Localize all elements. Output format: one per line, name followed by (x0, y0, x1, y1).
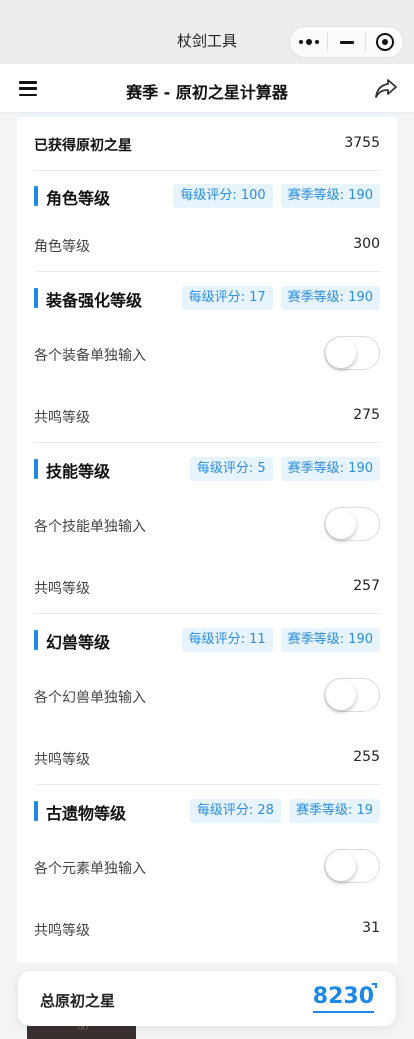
section-tags: 每级评分: 100 赛季等级: 190 (173, 184, 380, 208)
level-value[interactable]: 300 (353, 236, 380, 252)
season-level-tag: 赛季等级: 190 (280, 457, 380, 481)
section-header-beast: 幻兽等级 每级评分: 11 赛季等级: 190 (34, 628, 380, 652)
capsule-menu (289, 26, 404, 58)
section-title: 技能等级 (46, 462, 111, 481)
more-dots-icon (298, 39, 319, 45)
score-per-level-tag: 每级评分: 17 (181, 286, 273, 310)
level-value[interactable]: 31 (362, 920, 380, 936)
share-icon[interactable] (374, 77, 398, 99)
total-label: 总原初之星 (40, 992, 116, 1010)
toggle-knob (326, 338, 356, 368)
section-header-equipment: 装备强化等级 每级评分: 17 赛季等级: 190 (34, 286, 380, 310)
level-label: 共鸣等级 (34, 752, 90, 768)
divider (34, 271, 380, 272)
toggle-knob (326, 680, 356, 710)
toggle-label: 各个装备单独输入 (34, 348, 146, 364)
section-tags: 每级评分: 5 赛季等级: 190 (189, 457, 380, 481)
toggle-knob (326, 509, 356, 539)
level-value[interactable]: 257 (353, 578, 380, 594)
toggle-label: 各个元素单独输入 (34, 861, 146, 877)
section-accent-bar (34, 186, 38, 206)
section-title: 古遗物等级 (46, 804, 127, 823)
divider (34, 784, 380, 785)
relic-toggle-row: 各个元素单独输入 (34, 849, 380, 883)
toggle-label: 各个幻兽单独输入 (34, 690, 146, 706)
page-title: 赛季 - 原初之星计算器 (126, 83, 288, 102)
relic-level-row: 共鸣等级 31 (34, 920, 380, 940)
equipment-level-row: 共鸣等级 275 (34, 407, 380, 427)
page-header: 赛季 - 原初之星计算器 (0, 64, 414, 113)
divider (34, 613, 380, 614)
obtained-value[interactable]: 3755 (344, 135, 380, 151)
level-label: 共鸣等级 (34, 923, 90, 939)
individual-input-toggle[interactable] (324, 507, 380, 541)
minimize-icon (339, 40, 354, 44)
calculator-card: 已获得原初之星 3755 角色等级 每级评分: 100 赛季等级: 190 角色… (17, 117, 397, 963)
season-level-tag: 赛季等级: 190 (280, 628, 380, 652)
section-tags: 每级评分: 11 赛季等级: 190 (181, 628, 380, 652)
section-accent-bar (34, 801, 38, 821)
season-level-tag: 赛季等级: 190 (280, 184, 380, 208)
individual-input-toggle[interactable] (324, 336, 380, 370)
level-label: 角色等级 (34, 239, 90, 255)
section-header-skill: 技能等级 每级评分: 5 赛季等级: 190 (34, 457, 380, 481)
section-header-character: 角色等级 每级评分: 100 赛季等级: 190 (34, 184, 380, 208)
obtained-row: 已获得原初之星 3755 (34, 135, 380, 155)
section-accent-bar (34, 630, 38, 650)
divider (34, 170, 380, 171)
mini-program-titlebar: 杖剑工具 (0, 0, 414, 64)
score-per-level-tag: 每级评分: 11 (181, 628, 273, 652)
level-label: 共鸣等级 (34, 410, 90, 426)
section-title: 角色等级 (46, 189, 111, 208)
skill-toggle-row: 各个技能单独输入 (34, 507, 380, 541)
toggle-knob (326, 851, 356, 881)
score-per-level-tag: 每级评分: 100 (173, 184, 273, 208)
section-accent-bar (34, 459, 38, 479)
close-target-icon (375, 33, 394, 51)
level-label: 共鸣等级 (34, 581, 90, 597)
obtained-label: 已获得原初之星 (34, 138, 132, 154)
divider (34, 442, 380, 443)
equipment-toggle-row: 各个装备单独输入 (34, 336, 380, 370)
season-level-tag: 赛季等级: 19 (288, 799, 380, 823)
skill-level-row: 共鸣等级 257 (34, 578, 380, 598)
individual-input-toggle[interactable] (324, 849, 380, 883)
beast-toggle-row: 各个幻兽单独输入 (34, 678, 380, 712)
section-accent-bar (34, 288, 38, 308)
level-value[interactable]: 255 (353, 749, 380, 765)
score-per-level-tag: 每级评分: 5 (189, 457, 273, 481)
thumbnail-text: TR7 (77, 1025, 89, 1032)
toggle-label: 各个技能单独输入 (34, 519, 146, 535)
section-title: 装备强化等级 (46, 291, 143, 310)
section-tags: 每级评分: 17 赛季等级: 190 (181, 286, 380, 310)
corner-mark-icon (372, 983, 377, 988)
beast-level-row: 共鸣等级 255 (34, 749, 380, 769)
score-per-level-tag: 每级评分: 28 (189, 799, 281, 823)
character-level-row: 角色等级 300 (34, 236, 380, 256)
more-button[interactable] (290, 27, 327, 57)
section-title: 幻兽等级 (46, 633, 111, 652)
minimize-button[interactable] (328, 27, 365, 57)
total-bar: 总原初之星 8230 (18, 971, 396, 1026)
season-level-tag: 赛季等级: 190 (280, 286, 380, 310)
section-header-relic: 古遗物等级 每级评分: 28 赛季等级: 19 (34, 799, 380, 823)
section-tags: 每级评分: 28 赛季等级: 19 (189, 799, 380, 823)
individual-input-toggle[interactable] (324, 678, 380, 712)
close-button[interactable] (366, 27, 403, 57)
total-value[interactable]: 8230 (312, 984, 374, 1013)
level-value[interactable]: 275 (353, 407, 380, 423)
